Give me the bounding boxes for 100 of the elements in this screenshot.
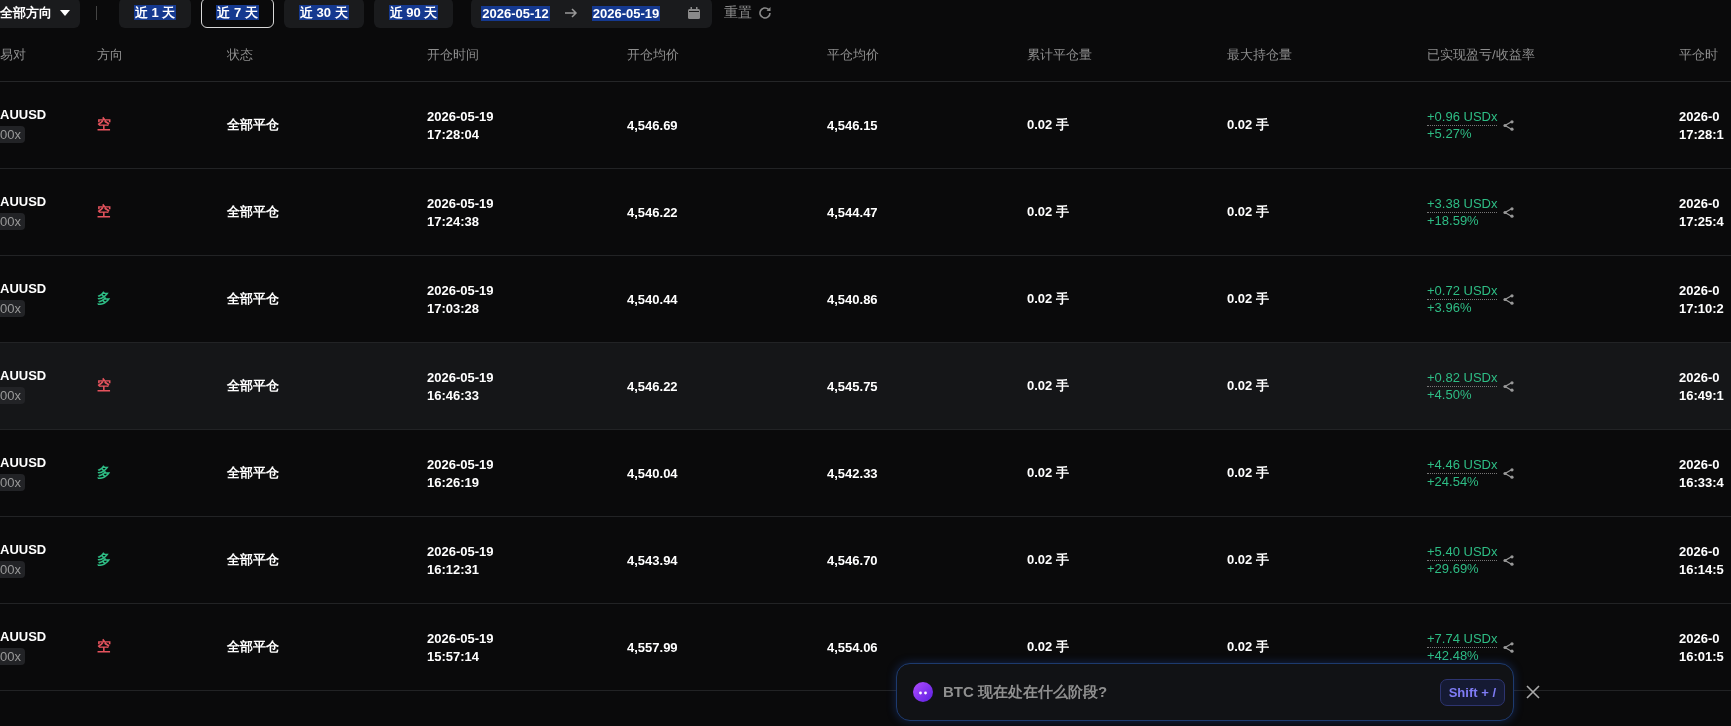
closed-quantity: 0.02 手: [1027, 203, 1069, 221]
close-date: 2026-0: [1679, 282, 1720, 298]
close-time: 16:14:5: [1679, 561, 1724, 577]
column-header: 累计平仓量: [1027, 47, 1092, 62]
closed-quantity: 0.02 手: [1027, 551, 1069, 569]
column-header: 开仓时间: [427, 47, 479, 62]
open-date: 2026-05-19: [427, 630, 494, 646]
pnl-value: +7.74 USDx: [1427, 631, 1498, 648]
leverage-badge: 00x: [0, 126, 25, 143]
close-button[interactable]: [1524, 683, 1542, 701]
assistant-bar[interactable]: BTC 现在处在什么阶段? Shift + /: [896, 663, 1514, 721]
pnl-value: +5.40 USDx: [1427, 544, 1498, 561]
pnl-value: +0.72 USDx: [1427, 283, 1498, 300]
bot-icon: [913, 682, 933, 702]
pnl-rate: +3.96%: [1427, 300, 1473, 315]
column-header: 平仓均价: [827, 47, 879, 62]
pair-text: AUUSD: [0, 107, 47, 122]
pnl-rate: +29.69%: [1427, 561, 1480, 576]
close-price: 4,544.47: [827, 204, 878, 220]
open-time: 16:12:31: [427, 561, 480, 577]
arrow-icon: [563, 7, 578, 19]
close-price: 4,546.15: [827, 117, 878, 133]
share-icon[interactable]: [1503, 119, 1515, 131]
share-icon[interactable]: [1503, 380, 1515, 392]
open-date: 2026-05-19: [427, 195, 494, 211]
table-row[interactable]: AUUSD 00x 空 全部平仓 2026-05-19 17:28:04 4,546.69 4,546.15 0.02 手 0.02 手 +0.96 USDx +5.27% 2026-0 17:28:1: [0, 82, 1731, 169]
close-time: 17:28:1: [1679, 126, 1724, 142]
open-price: 4,546.69: [627, 117, 678, 133]
pair-text: AUUSD: [0, 194, 47, 209]
close-date: 2026-0: [1679, 456, 1720, 472]
direction-text: 多: [97, 464, 111, 482]
open-date: 2026-05-19: [427, 543, 494, 559]
max-quantity: 0.02 手: [1227, 464, 1269, 482]
open-price: 4,540.04: [627, 465, 678, 481]
close-time: 16:01:5: [1679, 648, 1724, 664]
open-time: 17:28:04: [427, 126, 480, 142]
shortcut-badge: Shift + /: [1439, 678, 1505, 706]
pair-text: AUUSD: [0, 281, 47, 296]
share-icon[interactable]: [1503, 206, 1515, 218]
share-icon[interactable]: [1503, 641, 1515, 653]
closed-quantity: 0.02 手: [1027, 377, 1069, 395]
status-text: 全部平仓: [227, 290, 279, 308]
end-date: 2026-05-19: [591, 5, 661, 21]
pnl-rate: +18.59%: [1427, 213, 1480, 228]
close-price: 4,542.33: [827, 465, 878, 481]
range-button[interactable]: 近 7 天: [201, 0, 274, 28]
pair-text: AUUSD: [0, 368, 47, 383]
max-quantity: 0.02 手: [1227, 290, 1269, 308]
pair-text: AUUSD: [0, 455, 47, 470]
column-header: 最大持仓量: [1227, 47, 1292, 62]
table-row[interactable]: AUUSD 00x 多 全部平仓 2026-05-19 16:26:19 4,540.04 4,542.33 0.02 手 0.02 手 +4.46 USDx +24.54% 2026-0 16:33:4: [0, 430, 1731, 517]
calendar-icon: [688, 7, 701, 19]
table-row[interactable]: AUUSD 00x 多 全部平仓 2026-05-19 16:12:31 4,543.94 4,546.70 0.02 手 0.02 手 +5.40 USDx +29.69% 2026-0 16:14:5: [0, 517, 1731, 604]
max-quantity: 0.02 手: [1227, 377, 1269, 395]
date-range-field[interactable]: 2026-05-12 2026-05-19: [471, 0, 713, 28]
open-price: 4,540.44: [627, 291, 678, 307]
open-price: 4,543.94: [627, 552, 678, 568]
closed-quantity: 0.02 手: [1027, 638, 1069, 656]
range-button[interactable]: 近 1 天: [119, 0, 192, 28]
close-time: 16:33:4: [1679, 474, 1724, 490]
refresh-icon: [758, 6, 773, 20]
column-header: 开仓均价: [627, 47, 679, 62]
close-date: 2026-0: [1679, 543, 1720, 559]
close-date: 2026-0: [1679, 108, 1720, 124]
share-icon[interactable]: [1503, 467, 1515, 479]
direction-text: 空: [97, 377, 111, 395]
share-icon[interactable]: [1503, 554, 1515, 566]
open-date: 2026-05-19: [427, 369, 494, 385]
pnl-rate: +4.50%: [1427, 387, 1473, 402]
reset-button[interactable]: 重置: [724, 4, 773, 22]
open-price: 4,546.22: [627, 378, 678, 394]
pair-text: AUUSD: [0, 542, 47, 557]
pnl-rate: +42.48%: [1427, 648, 1480, 663]
close-time: 17:10:2: [1679, 300, 1724, 316]
column-header: 方向: [97, 47, 123, 62]
close-date: 2026-0: [1679, 195, 1720, 211]
status-text: 全部平仓: [227, 638, 279, 656]
share-icon[interactable]: [1503, 293, 1515, 305]
open-date: 2026-05-19: [427, 108, 494, 124]
pair-text: AUUSD: [0, 629, 47, 644]
range-button[interactable]: 近 30 天: [283, 0, 364, 28]
column-header: 易对: [0, 47, 26, 62]
direction-text: 空: [97, 116, 111, 134]
direction-text: 多: [97, 290, 111, 308]
pnl-rate: +24.54%: [1427, 474, 1480, 489]
open-date: 2026-05-19: [427, 456, 494, 472]
max-quantity: 0.02 手: [1227, 551, 1269, 569]
range-button[interactable]: 近 90 天: [373, 0, 454, 28]
table-row[interactable]: AUUSD 00x 空 全部平仓 2026-05-19 17:24:38 4,546.22 4,544.47 0.02 手 0.02 手 +3.38 USDx +18.59% 2026-0 17:25:4: [0, 169, 1731, 256]
table-row[interactable]: AUUSD 00x 空 全部平仓 2026-05-19 16:46:33 4,546.22 4,545.75 0.02 手 0.02 手 +0.82 USDx +4.50% 2026-0 16:49:1: [0, 343, 1731, 430]
max-quantity: 0.02 手: [1227, 203, 1269, 221]
direction-dropdown[interactable]: 全部方向: [0, 0, 80, 28]
close-date: 2026-0: [1679, 630, 1720, 646]
column-header: 状态: [227, 47, 253, 62]
closed-quantity: 0.02 手: [1027, 116, 1069, 134]
status-text: 全部平仓: [227, 116, 279, 134]
leverage-badge: 00x: [0, 648, 25, 665]
max-quantity: 0.02 手: [1227, 116, 1269, 134]
column-header: 平仓时: [1679, 47, 1718, 62]
pnl-value: +4.46 USDx: [1427, 457, 1498, 474]
